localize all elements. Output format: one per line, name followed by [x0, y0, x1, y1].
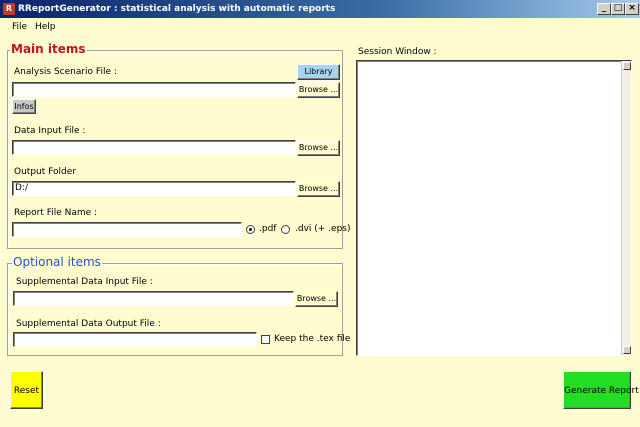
maximize-button[interactable]: □ — [611, 3, 625, 15]
title-bar[interactable]: R RReportGenerator : statistical analysi… — [0, 0, 640, 18]
supp-input-field[interactable] — [13, 291, 294, 306]
session-scrollbar[interactable] — [621, 61, 631, 355]
library-button[interactable]: Library — [297, 64, 340, 80]
menu-help[interactable]: Help — [35, 22, 56, 32]
supp-output-field[interactable] — [13, 332, 257, 347]
scenario-file-label: Analysis Scenario File : — [14, 67, 117, 77]
keep-tex-checkbox[interactable] — [261, 335, 270, 344]
supp-input-browse-button[interactable]: Browse ... — [295, 291, 338, 307]
keep-tex-label: Keep the .tex file — [274, 334, 351, 344]
close-button[interactable]: × — [625, 3, 639, 15]
menu-bar — [0, 18, 640, 36]
output-folder-label: Output Folder — [14, 167, 76, 177]
scroll-down-icon[interactable] — [623, 346, 631, 354]
generate-report-button[interactable]: Generate Report — [563, 371, 639, 409]
supp-output-label: Supplemental Data Output File : — [16, 319, 161, 329]
window-title: RReportGenerator : statistical analysis … — [18, 4, 336, 14]
reset-button[interactable]: Reset — [10, 371, 43, 409]
main-items-legend: Main items — [10, 42, 87, 56]
format-dvi-label: .dvi (+ .eps) — [295, 224, 351, 234]
format-pdf-label: .pdf — [259, 224, 277, 234]
scroll-up-icon[interactable] — [623, 62, 631, 70]
output-folder-browse-button[interactable]: Browse ... — [297, 181, 340, 197]
supp-input-label: Supplemental Data Input File : — [16, 277, 153, 287]
infos-button[interactable]: Infos — [12, 99, 36, 114]
optional-items-legend: Optional items — [12, 255, 102, 269]
report-name-label: Report File Name : — [14, 208, 98, 218]
app-icon: R — [3, 3, 15, 15]
data-input-field[interactable] — [12, 140, 296, 155]
report-name-field[interactable] — [12, 222, 242, 237]
data-input-browse-button[interactable]: Browse ... — [297, 140, 340, 156]
scenario-file-input[interactable] — [12, 82, 296, 97]
output-folder-field[interactable]: D:/ — [12, 181, 296, 196]
menu-file[interactable]: File — [12, 22, 27, 32]
format-pdf-radio[interactable] — [246, 225, 255, 234]
data-input-label: Data Input File : — [14, 126, 86, 136]
minimize-button[interactable]: _ — [597, 3, 611, 15]
session-window[interactable] — [356, 60, 632, 356]
session-window-label: Session Window : — [358, 47, 437, 57]
format-dvi-radio[interactable] — [281, 225, 290, 234]
scenario-browse-button[interactable]: Browse ... — [297, 82, 340, 98]
